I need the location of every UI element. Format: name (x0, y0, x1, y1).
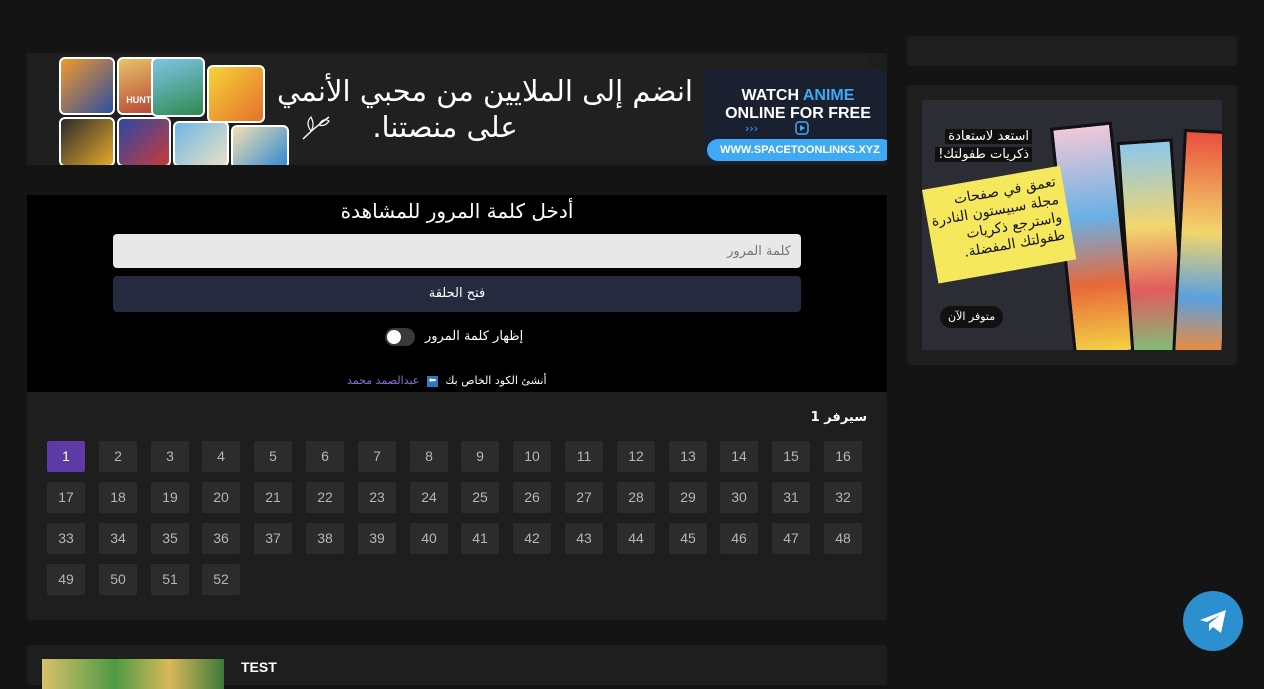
episode-button[interactable]: 35 (151, 523, 189, 554)
episode-button[interactable]: 51 (151, 564, 189, 595)
episode-button[interactable]: 41 (461, 523, 499, 554)
thumb-hunter-2 (151, 57, 205, 117)
spacetoon-link[interactable]: WWW.SPACETOONLINKS.XYZ (707, 139, 887, 161)
episode-button[interactable]: 6 (306, 441, 344, 472)
post-card[interactable]: TEST (27, 645, 887, 689)
episode-button[interactable]: 15 (772, 441, 810, 472)
episode-button[interactable]: 23 (358, 482, 396, 513)
password-input[interactable] (113, 234, 801, 268)
episode-button[interactable]: 40 (410, 523, 448, 554)
episode-button[interactable]: 1 (47, 441, 85, 472)
ad-heading-line2: ذكريات طفولتك! (932, 146, 1032, 164)
episode-button[interactable]: 12 (617, 441, 655, 472)
episode-button[interactable]: 46 (720, 523, 758, 554)
episode-button[interactable]: 7 (358, 441, 396, 472)
banner-headline: انضم إلى الملايين من محبي الأنمي على منص… (275, 73, 695, 145)
episode-button[interactable]: 9 (461, 441, 499, 472)
magazine-ad[interactable]: استعد لاستعادة ذكريات طفولتك! تعمق في صف… (922, 100, 1222, 350)
episode-button[interactable]: 43 (565, 523, 603, 554)
episode-button[interactable]: 10 (513, 441, 551, 472)
ad-heading-line1: استعد لاستعادة (932, 128, 1032, 146)
open-episode-button[interactable]: فتح الحلقة (113, 276, 801, 312)
episode-button[interactable]: 11 (565, 441, 603, 472)
credit-line: أنشئ الكود الخاص بك ⬅ عبدالصمد محمد (347, 373, 547, 389)
episode-button[interactable]: 8 (410, 441, 448, 472)
ad-heading: استعد لاستعادة ذكريات طفولتك! (932, 128, 1032, 164)
watch-title: WATCH ANIME ONLINE FOR FREE (713, 87, 883, 123)
episode-button[interactable]: 21 (254, 482, 292, 513)
episode-button[interactable]: 37 (254, 523, 292, 554)
left-arrow-icon: ⬅ (426, 375, 438, 387)
episode-button[interactable]: 22 (306, 482, 344, 513)
credit-text: أنشئ الكود الخاص بك (445, 374, 547, 387)
episode-button[interactable]: 14 (720, 441, 758, 472)
show-password-toggle[interactable] (385, 328, 415, 346)
episode-button[interactable]: 30 (720, 482, 758, 513)
banner-inner: HUNTER انضم إلى الملايين من محبي الأنمي … (57, 55, 887, 165)
ad-strip-3 (1172, 128, 1222, 350)
promo-banner[interactable]: HUNTER انضم إلى الملايين من محبي الأنمي … (27, 53, 887, 165)
thumb-dragonball (207, 65, 265, 123)
episode-button[interactable]: 29 (669, 482, 707, 513)
episode-button[interactable]: 33 (47, 523, 85, 554)
credit-author-link[interactable]: عبدالصمد محمد (347, 374, 419, 387)
episode-button[interactable]: 42 (513, 523, 551, 554)
anime-word: ANIME (802, 87, 855, 104)
post-title[interactable]: TEST (241, 659, 277, 675)
episode-button[interactable]: 45 (669, 523, 707, 554)
thumb-naruto (59, 57, 115, 115)
episode-button[interactable]: 48 (824, 523, 862, 554)
watch-promo-box: WATCH ANIME ONLINE FOR FREE ››› WWW.SPAC… (703, 69, 887, 163)
telegram-button[interactable] (1183, 591, 1243, 651)
episode-button[interactable]: 13 (669, 441, 707, 472)
thumb-conan (117, 117, 171, 165)
episode-button[interactable]: 26 (513, 482, 551, 513)
episode-button[interactable]: 50 (99, 564, 137, 595)
episode-button[interactable]: 5 (254, 441, 292, 472)
episode-button[interactable]: 31 (772, 482, 810, 513)
episode-button[interactable]: 24 (410, 482, 448, 513)
toggle-knob (387, 330, 401, 344)
episode-button[interactable]: 39 (358, 523, 396, 554)
episode-button[interactable]: 34 (99, 523, 137, 554)
thumb-onepiece (59, 117, 115, 165)
telegram-icon (1200, 610, 1226, 633)
episode-button[interactable]: 18 (99, 482, 137, 513)
episode-button[interactable]: 27 (565, 482, 603, 513)
episode-button[interactable]: 47 (772, 523, 810, 554)
chevrons-icon: ››› (745, 122, 759, 135)
episodes-panel: سيرفر 1 1 2 3 4 5 6 7 8 9 10 11 12 13 14 15 16 17 18 19 20 2… (27, 392, 887, 620)
episode-button[interactable]: 3 (151, 441, 189, 472)
episode-button[interactable]: 44 (617, 523, 655, 554)
ad-available-badge: متوفر الآن (940, 306, 1004, 328)
banner-headline-line2: على منصتنا. (372, 110, 518, 144)
episode-button[interactable]: 19 (151, 482, 189, 513)
password-title: أدخل كلمة المرور للمشاهدة (340, 199, 574, 223)
episode-button[interactable]: 2 (99, 441, 137, 472)
thumb-captain (173, 121, 229, 165)
episode-button[interactable]: 32 (824, 482, 862, 513)
episode-button[interactable]: 25 (461, 482, 499, 513)
episode-button[interactable]: 17 (47, 482, 85, 513)
post-thumbnail[interactable] (42, 659, 224, 689)
episode-button[interactable]: 4 (202, 441, 240, 472)
sidebar-widget-top (907, 36, 1237, 66)
sidebar-ad-widget: استعد لاستعادة ذكريات طفولتك! تعمق في صف… (907, 85, 1237, 365)
episode-button[interactable]: 36 (202, 523, 240, 554)
episode-button[interactable]: 49 (47, 564, 85, 595)
episode-button[interactable]: 28 (617, 482, 655, 513)
episode-button[interactable]: 52 (202, 564, 240, 595)
episode-button[interactable]: 38 (306, 523, 344, 554)
episode-button[interactable]: 20 (202, 482, 240, 513)
server-title: سيرفر 1 (810, 410, 867, 425)
banner-headline-line1: انضم إلى الملايين من محبي الأنمي (277, 74, 693, 108)
leaf-icon (302, 115, 330, 140)
show-password-label: إظهار كلمة المرور (425, 329, 524, 344)
play-icon (795, 121, 809, 135)
password-panel: أدخل كلمة المرور للمشاهدة فتح الحلقة إظه… (27, 195, 887, 392)
watch-word: WATCH (741, 87, 803, 104)
watch-line2: ONLINE FOR FREE (725, 105, 871, 122)
show-password-row: إظهار كلمة المرور (385, 327, 535, 347)
episode-button[interactable]: 16 (824, 441, 862, 472)
